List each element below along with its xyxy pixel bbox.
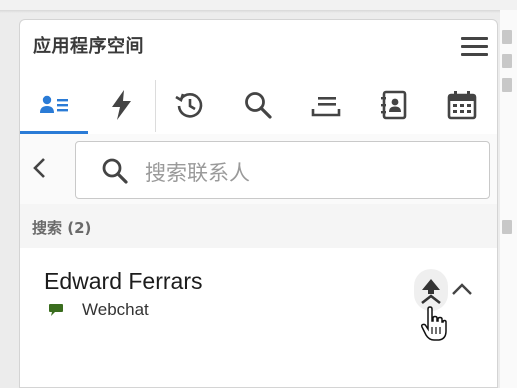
- tool-address-book[interactable]: [360, 76, 428, 134]
- contact-action-button[interactable]: [414, 269, 448, 311]
- contact-channel: Webchat: [82, 300, 149, 319]
- hand-pointer-cursor-icon: [420, 306, 447, 341]
- search-contacts-input[interactable]: 搜索联系人: [75, 141, 490, 199]
- window-top-bar: [0, 0, 517, 10]
- tool-queue[interactable]: [292, 76, 360, 134]
- upload-arrow-icon: [421, 279, 441, 305]
- history-icon: [175, 93, 203, 118]
- search-results-header: 搜索 (2): [20, 204, 497, 248]
- strip-glyph: [502, 54, 512, 68]
- chat-bubble-icon: [49, 304, 63, 316]
- app-space-panel: 应用程序空间 搜索联系人 搜索 (2) Edward Ferrars Webch…: [19, 19, 498, 388]
- menu-line: [461, 45, 488, 48]
- calendar-icon: [447, 91, 477, 120]
- chevron-up-icon: [452, 283, 472, 295]
- tool-quick-actions[interactable]: [88, 76, 156, 134]
- chevron-left-icon: [33, 158, 45, 178]
- menu-line: [461, 37, 488, 40]
- tool-contacts[interactable]: [20, 76, 88, 134]
- tool-history[interactable]: [156, 76, 224, 134]
- back-button[interactable]: [26, 154, 54, 182]
- collapse-button[interactable]: [448, 276, 476, 302]
- search-results-label: 搜索 (2): [32, 219, 92, 237]
- right-side-strip: [500, 10, 517, 388]
- tool-calendar[interactable]: [428, 76, 496, 134]
- search-icon: [102, 158, 128, 184]
- search-row: 搜索联系人: [20, 134, 497, 214]
- strip-glyph: [502, 220, 512, 234]
- strip-glyph: [502, 78, 512, 92]
- contact-name: Edward Ferrars: [44, 268, 203, 294]
- search-placeholder: 搜索联系人: [145, 161, 250, 185]
- hamburger-menu-button[interactable]: [460, 35, 488, 57]
- strip-glyph: [502, 30, 512, 44]
- panel-header: 应用程序空间: [20, 20, 497, 72]
- lightning-icon: [112, 90, 131, 120]
- top-bar-shadow: [0, 10, 517, 13]
- toolbar: [20, 76, 497, 134]
- tool-search[interactable]: [224, 76, 292, 134]
- menu-line: [461, 53, 488, 56]
- address-book-icon: [381, 90, 407, 120]
- queue-icon: [311, 97, 341, 117]
- contact-list-item[interactable]: Edward Ferrars Webchat: [20, 248, 497, 387]
- search-icon: [245, 92, 272, 119]
- panel-title: 应用程序空间: [33, 36, 144, 57]
- contacts-list-icon: [40, 95, 68, 113]
